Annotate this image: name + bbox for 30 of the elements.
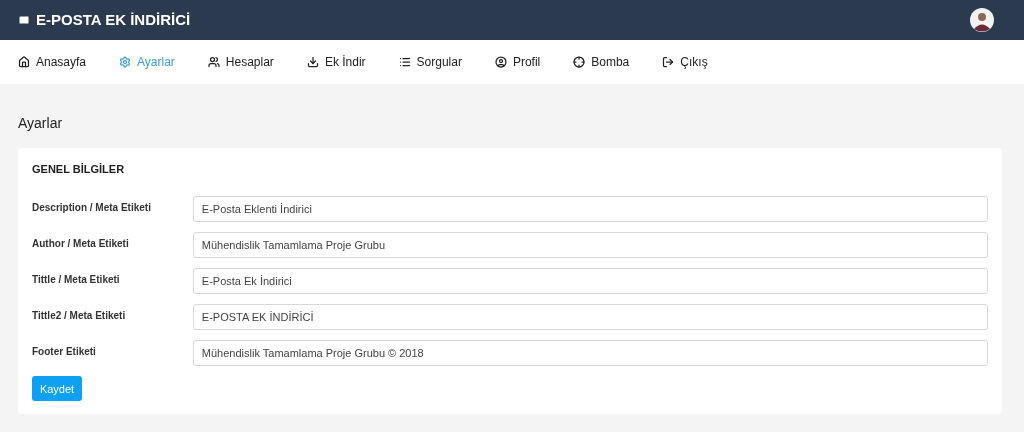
avatar[interactable]	[970, 8, 994, 32]
text-field[interactable]: Mühendislik Tamamlama Proje Grubu	[192, 231, 988, 258]
crosshair-icon	[573, 56, 586, 68]
gear-icon	[119, 56, 132, 68]
download-icon	[306, 56, 319, 68]
text-field[interactable]: E-Posta Ek İndirici	[192, 267, 988, 294]
list-icon	[398, 56, 411, 68]
page-title: Ayarlar	[18, 114, 64, 133]
field-label: Tittle / Meta Etiketi	[32, 272, 121, 287]
nav-link[interactable]: Hesaplar	[207, 53, 274, 71]
app-title: E-POSTA EK İNDİRİCİ	[36, 9, 191, 30]
nav-link[interactable]: Çıkış	[662, 53, 708, 71]
field-label: Tittle2 / Meta Etiketi	[32, 308, 127, 323]
text-field[interactable]: Mühendislik Tamamlama Proje Grubu © 2018	[192, 339, 988, 366]
home-icon	[18, 56, 30, 68]
nav-link[interactable]: Sorgular	[398, 53, 462, 71]
field-label: Author / Meta Etiketi	[32, 236, 130, 251]
nav-link[interactable]: Bomba	[573, 53, 630, 71]
field-label: Description / Meta Etiketi	[32, 200, 152, 215]
field-label: Footer Etiketi	[32, 344, 97, 359]
mail-icon	[18, 14, 30, 26]
nav-link[interactable]: Ek İndir	[306, 53, 366, 71]
nav-link[interactable]: Anasayfa	[18, 53, 87, 71]
user-circle-icon	[494, 56, 507, 68]
users-icon	[207, 56, 220, 68]
card-title: GENEL BİLGİLER	[32, 162, 126, 177]
nav-link[interactable]: Profil	[494, 53, 541, 71]
logout-icon	[662, 56, 675, 68]
text-field[interactable]: E-Posta Eklenti İndirici	[192, 195, 988, 222]
text-field[interactable]: E-POSTA EK İNDİRİCİ	[192, 303, 988, 330]
